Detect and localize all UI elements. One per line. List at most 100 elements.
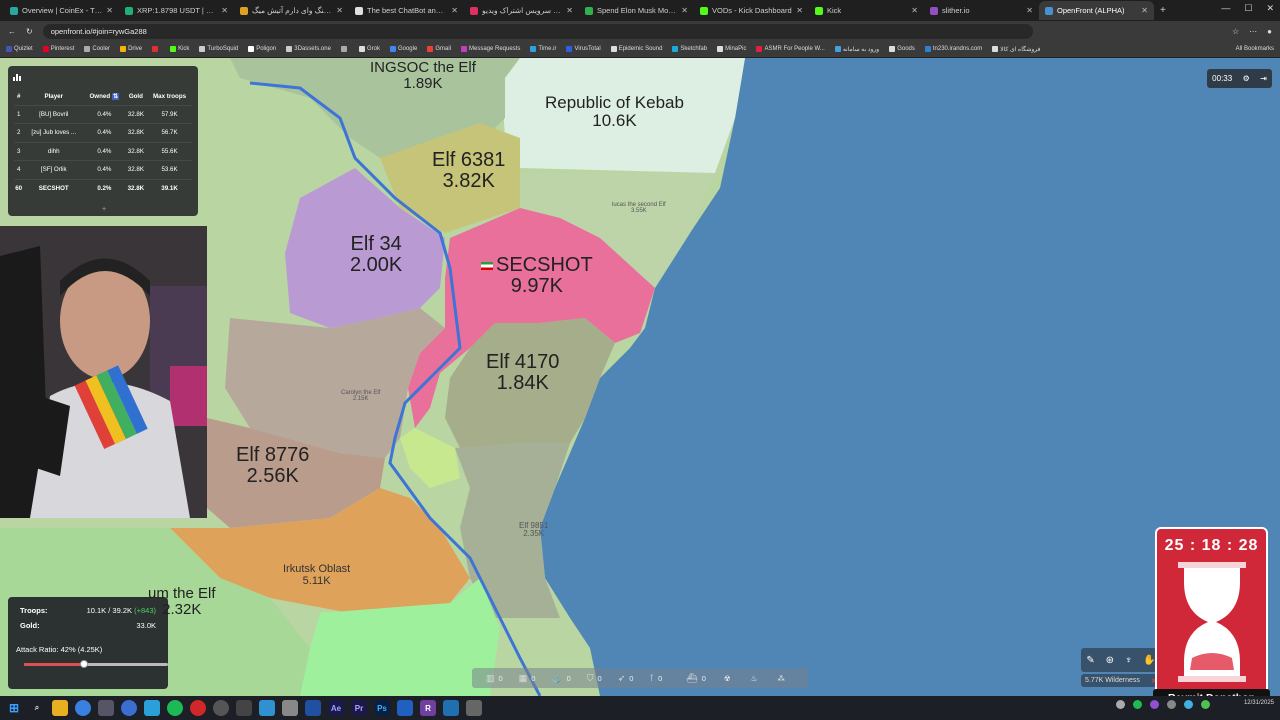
app-icon-5[interactable]	[213, 700, 229, 716]
attack-ratio-handle[interactable]	[80, 660, 89, 668]
pencil-icon[interactable]: ✎	[1086, 655, 1094, 666]
col-max-troops[interactable]: Max troops	[147, 88, 192, 105]
alliance-icon[interactable]: ♆	[1125, 655, 1133, 666]
after-effects-icon[interactable]: Ae	[328, 700, 344, 716]
bar-chart-icon[interactable]	[13, 73, 21, 81]
browser-tab[interactable]: دانلود آهنگ وای دارم آتیش میگ ✕	[234, 1, 349, 20]
settings-gear-icon[interactable]: ⚙	[1243, 74, 1250, 83]
handshake-icon[interactable]: ✋	[1143, 655, 1155, 666]
bookmark-item[interactable]: Message Requests	[460, 46, 520, 52]
attack-ratio-slider[interactable]	[24, 660, 168, 668]
app-icon-6[interactable]	[236, 700, 252, 716]
bookmark-item[interactable]: ASMR For People W...	[756, 46, 825, 52]
browser-tab[interactable]: Kick ✕	[809, 1, 924, 20]
app-icon-7[interactable]	[259, 700, 275, 716]
browser-tab[interactable]: Spend Elon Musk Money ✕	[579, 1, 694, 20]
app-icon-1[interactable]	[98, 700, 114, 716]
close-tab-icon[interactable]: ✕	[336, 6, 343, 15]
tray-icon[interactable]	[1150, 700, 1159, 709]
tray-icon[interactable]	[1201, 700, 1210, 709]
leaderboard-row[interactable]: 3 dihh 0.4% 32.8K 55.6K	[14, 141, 192, 161]
app-icon-10[interactable]	[397, 700, 413, 716]
bookmark-item[interactable]: ورود به سامانه	[834, 46, 879, 53]
leaderboard-row[interactable]: 1 [BU] Bovril 0.4% 32.8K 57.9K	[14, 104, 192, 124]
bookmark-item[interactable]: 3Dassets.one	[286, 46, 331, 52]
close-tab-icon[interactable]: ✕	[1141, 6, 1148, 15]
file-explorer-icon[interactable]	[52, 700, 68, 716]
defense-slot[interactable]: ⛉ 0	[581, 673, 608, 684]
browser-tab[interactable]: VODs - Kick Dashboard ✕	[694, 1, 809, 20]
leaderboard-row[interactable]: 60 SECSHOT 0.2% 32.8K 39.1K	[14, 178, 192, 198]
tray-icon[interactable]	[1184, 700, 1193, 709]
bookmark-item[interactable]: Cooler	[84, 46, 110, 52]
url-field[interactable]: openfront.io/#join=rywGa288	[42, 23, 1033, 39]
close-tab-icon[interactable]: ✕	[681, 6, 688, 15]
extensions-icon[interactable]: ⋯	[1249, 27, 1257, 36]
photoshop-icon[interactable]: Ps	[374, 700, 390, 716]
bookmark-item[interactable]	[340, 46, 349, 52]
all-bookmarks-link[interactable]: All Bookmarks	[1236, 46, 1274, 52]
app-icon-12[interactable]	[443, 700, 459, 716]
app-icon-4[interactable]	[190, 700, 206, 716]
port-slot[interactable]: ⚓ 0	[545, 673, 576, 684]
bookmark-item[interactable]: Pinterest	[42, 46, 74, 52]
tray-icon[interactable]	[1116, 700, 1125, 709]
premiere-icon[interactable]: Pr	[351, 700, 367, 716]
bookmark-item[interactable]: Epidemic Sound	[610, 46, 662, 52]
hydrogen-bomb-icon[interactable]: ♨	[743, 674, 766, 683]
bookmark-item[interactable]: Drive	[120, 46, 142, 52]
bookmark-item[interactable]: Goods	[889, 46, 915, 52]
back-icon[interactable]: ←	[8, 27, 16, 36]
app-icon-3[interactable]	[144, 700, 160, 716]
search-icon[interactable]: ⌕	[29, 700, 45, 716]
atom-bomb-icon[interactable]: ☢	[716, 674, 739, 683]
close-tab-icon[interactable]: ✕	[221, 6, 228, 15]
bookmark-item[interactable]: Quizlet	[6, 46, 33, 52]
bookmark-item[interactable]: Kick	[170, 46, 189, 52]
mirv-icon[interactable]: ⁂	[769, 674, 793, 683]
bookmark-item[interactable]: VirusTotal	[566, 46, 601, 52]
app-icon-8[interactable]	[282, 700, 298, 716]
factory-slot[interactable]: ▦ 0	[513, 673, 542, 684]
bookmark-item[interactable]: Gmail	[427, 46, 451, 52]
bookmark-item[interactable]: فروشگاه ای کالا	[992, 46, 1040, 53]
maximize-icon[interactable]: ☐	[1244, 3, 1252, 14]
warship-slot[interactable]: ⛴ 0	[680, 673, 712, 684]
chrome-icon[interactable]	[75, 700, 91, 716]
close-tab-icon[interactable]: ✕	[1026, 6, 1033, 15]
tray-icon[interactable]	[1167, 700, 1176, 709]
exit-icon[interactable]: ⇥	[1260, 74, 1267, 83]
browser-tab[interactable]: XRP:1.8798 USDT | Futures M ✕	[119, 1, 234, 20]
browser-tab[interactable]: OpenFront (ALPHA) ✕	[1039, 1, 1154, 20]
target-icon[interactable]: ⊛	[1106, 655, 1114, 666]
bookmark-star-icon[interactable]: ☆	[1232, 27, 1239, 36]
app-icon-11[interactable]: R	[420, 700, 436, 716]
sam-slot[interactable]: ⊺ 0	[643, 673, 668, 684]
close-icon[interactable]: ✕	[1266, 3, 1274, 14]
missile-slot[interactable]: ➶ 0	[612, 673, 640, 684]
bookmark-item[interactable]	[152, 46, 160, 52]
spotify-icon[interactable]	[167, 700, 183, 716]
close-tab-icon[interactable]: ✕	[451, 6, 458, 15]
new-tab-icon[interactable]: +	[1160, 5, 1166, 16]
system-clock[interactable]: 12/31/2025	[1244, 700, 1274, 708]
browser-tab[interactable]: Overview | CoinEx - The Glob✕	[4, 1, 119, 20]
app-icon-2[interactable]	[121, 700, 137, 716]
bookmark-item[interactable]: Google	[389, 46, 417, 52]
leaderboard-row[interactable]: 2 [zu] Jub loves ... 0.4% 32.8K 56.7K	[14, 123, 192, 142]
close-tab-icon[interactable]: ✕	[566, 6, 573, 15]
bookmark-item[interactable]: MinaPic	[717, 46, 746, 52]
bookmark-item[interactable]: Grok	[358, 46, 380, 52]
close-tab-icon[interactable]: ✕	[796, 6, 803, 15]
bookmark-item[interactable]: Poligon	[248, 46, 276, 52]
close-tab-icon[interactable]: ✕	[911, 6, 918, 15]
profile-icon[interactable]: ●	[1267, 27, 1272, 36]
minimize-icon[interactable]: —	[1221, 3, 1230, 14]
browser-tab[interactable]: آپارات - سرویس اشتراک ویدیو ✕	[464, 1, 579, 20]
leaderboard-row[interactable]: 4 [SF] Orlik 0.4% 32.8K 53.6K	[14, 160, 192, 179]
bookmark-item[interactable]: TurboSquid	[199, 46, 238, 52]
browser-tab[interactable]: slither.io ✕	[924, 1, 1039, 20]
bookmark-item[interactable]: Sketchfab	[672, 46, 707, 52]
col-owned[interactable]: Owned ⇅	[84, 88, 125, 105]
col-gold[interactable]: Gold	[125, 88, 147, 105]
